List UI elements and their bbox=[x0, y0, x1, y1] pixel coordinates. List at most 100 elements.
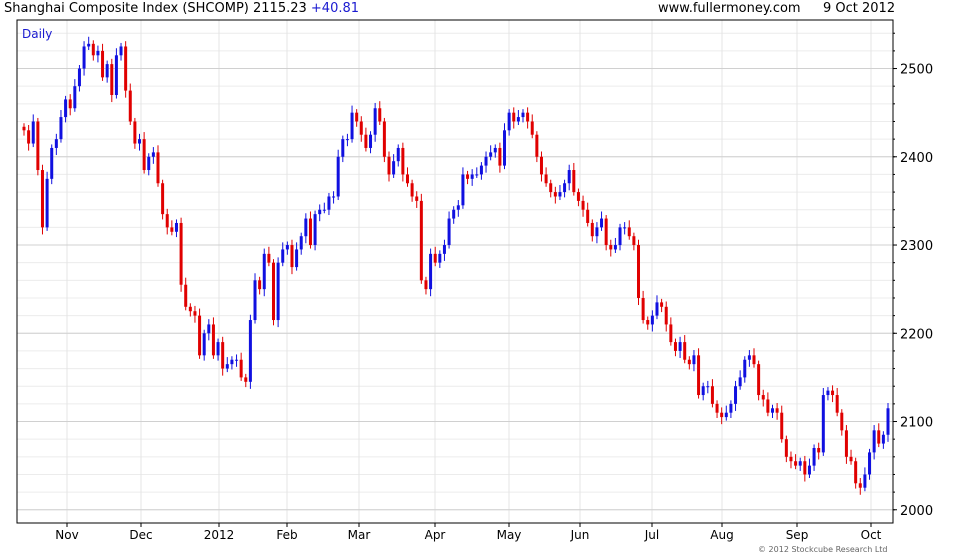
candle-body bbox=[877, 430, 881, 444]
candle-body bbox=[193, 311, 197, 316]
candle-body bbox=[775, 408, 779, 413]
candle-body bbox=[198, 315, 202, 356]
candle-body bbox=[844, 430, 848, 457]
candle-body bbox=[295, 249, 299, 268]
copyright-credit: © 2012 Stockcube Research Ltd bbox=[758, 545, 888, 554]
candle-body bbox=[258, 280, 262, 290]
candle-body bbox=[563, 183, 567, 193]
candle-body bbox=[794, 461, 798, 466]
candle-body bbox=[161, 183, 165, 215]
candle-body bbox=[646, 320, 650, 325]
candle-body bbox=[355, 112, 359, 122]
candle-body bbox=[886, 408, 890, 435]
candle-body bbox=[447, 218, 451, 246]
candle-body bbox=[119, 46, 123, 56]
candle-body bbox=[600, 218, 604, 228]
candle-body bbox=[780, 412, 784, 440]
candle-body bbox=[669, 324, 673, 343]
candle-body bbox=[36, 121, 40, 171]
candle-body bbox=[239, 359, 243, 378]
candle-body bbox=[655, 302, 659, 316]
candle-body bbox=[50, 147, 54, 179]
period-label: Daily bbox=[22, 27, 53, 41]
candle-body bbox=[752, 355, 756, 365]
candle-body bbox=[812, 447, 816, 466]
candle-body bbox=[327, 196, 331, 210]
candle-body bbox=[110, 64, 114, 96]
candle-body bbox=[230, 359, 234, 365]
x-tick-label: Sep bbox=[786, 528, 809, 542]
candle-body bbox=[253, 280, 257, 321]
candle-body bbox=[174, 222, 178, 232]
candle-body bbox=[581, 200, 585, 210]
candle-body bbox=[849, 456, 853, 462]
candle-body bbox=[706, 386, 710, 388]
candle-body bbox=[133, 121, 137, 144]
candle-body bbox=[854, 461, 858, 484]
candle-body bbox=[558, 192, 562, 197]
candle-body bbox=[281, 249, 285, 263]
candle-body bbox=[101, 50, 105, 78]
candle-body bbox=[784, 439, 788, 457]
y-tick-label: 2100 bbox=[900, 416, 933, 431]
candle-body bbox=[761, 395, 765, 400]
candle-body bbox=[91, 43, 95, 56]
candle-body bbox=[322, 209, 326, 211]
candle-body bbox=[442, 245, 446, 254]
candle-body bbox=[613, 245, 617, 250]
x-tick-label: Aug bbox=[710, 528, 733, 542]
candle-body bbox=[803, 461, 807, 475]
y-tick-label: 2200 bbox=[900, 327, 933, 342]
candle-body bbox=[489, 152, 493, 157]
candle-body bbox=[170, 227, 174, 232]
candle-body bbox=[724, 412, 728, 418]
candle-body bbox=[715, 403, 719, 413]
candle-body bbox=[868, 452, 872, 475]
candle-body bbox=[729, 403, 733, 413]
candle-body bbox=[364, 134, 368, 148]
candle-body bbox=[516, 117, 520, 122]
candle-body bbox=[835, 395, 839, 413]
price-chart: Nov Dec 2012 Feb Mar Apr May Jun Jul Aug Sep Oct 200… bbox=[16, 19, 933, 542]
candle-body bbox=[429, 253, 433, 290]
candle-body bbox=[826, 390, 830, 396]
candle-body bbox=[225, 364, 229, 369]
candle-body bbox=[757, 364, 761, 396]
candle-body bbox=[452, 209, 456, 219]
x-tick-label: Feb bbox=[276, 528, 297, 542]
candle-body bbox=[27, 130, 31, 144]
candle-body bbox=[673, 342, 677, 351]
candle-body bbox=[576, 192, 580, 201]
candle-body bbox=[105, 64, 109, 78]
candle-body bbox=[202, 333, 206, 356]
candle-body bbox=[124, 46, 128, 91]
x-tick-label: 2012 bbox=[204, 528, 235, 542]
candle-body bbox=[507, 112, 511, 131]
candle-body bbox=[627, 227, 631, 237]
plot-frame bbox=[16, 19, 894, 524]
candle-body bbox=[456, 205, 460, 210]
candle-body bbox=[701, 386, 705, 396]
candle-body bbox=[720, 412, 724, 418]
candle-body bbox=[211, 324, 215, 356]
candle-body bbox=[807, 465, 811, 475]
candle-body bbox=[683, 342, 687, 360]
candle-body bbox=[734, 386, 738, 404]
candle-body bbox=[567, 170, 571, 184]
y-tick-label: 2500 bbox=[900, 63, 933, 78]
candle-body bbox=[336, 156, 340, 197]
candle-body bbox=[345, 139, 349, 141]
candle-body bbox=[405, 174, 409, 184]
candle-body bbox=[461, 174, 465, 206]
candle-body bbox=[96, 50, 100, 56]
candle-body bbox=[299, 236, 303, 250]
candle-body bbox=[687, 359, 691, 365]
candle-body bbox=[433, 253, 437, 263]
candle-body bbox=[692, 355, 696, 365]
y-tick-label: 2400 bbox=[900, 151, 933, 166]
candle-body bbox=[512, 112, 516, 122]
candle-body bbox=[382, 121, 386, 157]
candle-body bbox=[586, 209, 590, 223]
candle-body bbox=[789, 456, 793, 462]
candle-body bbox=[840, 412, 844, 431]
